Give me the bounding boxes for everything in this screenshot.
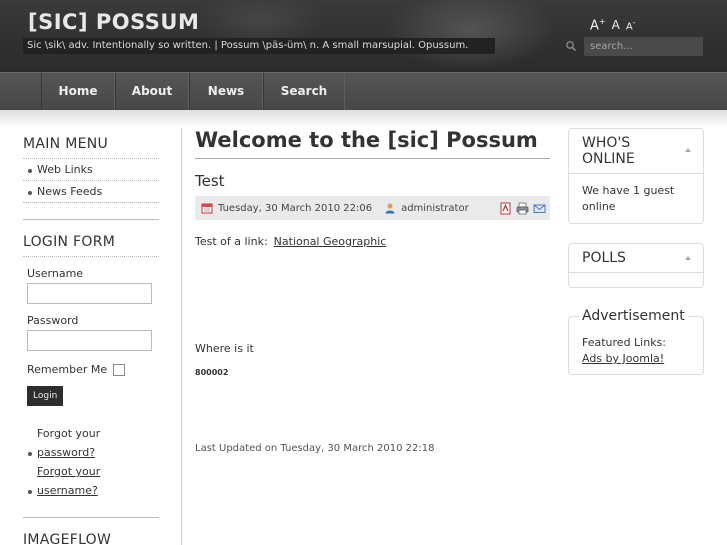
article-author-name: administrator: [401, 202, 469, 214]
polls-module: POLLS: [568, 243, 704, 288]
calendar-icon: [201, 203, 213, 214]
collapse-icon[interactable]: [685, 148, 691, 152]
nav-item-home[interactable]: Home: [41, 73, 115, 110]
polls-title: POLLS: [569, 244, 703, 273]
advertisement-body: Featured Links: Ads by Joomla!: [582, 335, 666, 367]
article-meta-bar: Tuesday, 30 March 2010 22:06 administrat…: [195, 196, 550, 220]
search-icon: [566, 41, 577, 52]
remember-me-checkbox[interactable]: [113, 363, 126, 376]
national-geographic-link[interactable]: National Geographic: [274, 235, 387, 248]
font-decrease-sup: -: [632, 18, 636, 27]
whos-online-title: WHO'S ONLINE: [569, 129, 703, 174]
site-header: [SIC] POSSUM Sic \sik\ adv. Intentionall…: [0, 0, 727, 72]
featured-links-label: Featured Links:: [582, 336, 667, 349]
remember-me-row: Remember Me: [27, 363, 159, 376]
font-increase-sup: +: [598, 17, 606, 26]
font-decrease-label: A: [625, 21, 633, 33]
user-icon: [385, 203, 395, 214]
page-title: Welcome to the [sic] Possum: [195, 128, 550, 159]
font-decrease-button[interactable]: A-: [626, 18, 636, 32]
nav-list: Home About News Search: [41, 73, 345, 110]
font-reset-button[interactable]: A: [612, 18, 620, 32]
forgot-links: Forgot your password? Forgot your userna…: [27, 424, 159, 500]
advertisement-title: Advertisement: [579, 308, 688, 324]
last-updated: Last Updated on Tuesday, 30 March 2010 2…: [195, 443, 435, 454]
nav-item-news[interactable]: News: [189, 73, 263, 110]
menu-item-news-feeds[interactable]: News Feeds: [23, 181, 159, 203]
article-body-prefix: Test of a link:: [195, 235, 268, 248]
article-code: 800002: [195, 368, 229, 377]
ads-by-joomla-link[interactable]: Ads by Joomla!: [582, 352, 664, 365]
whos-online-title-line1: WHO'S: [582, 135, 631, 151]
font-increase-button[interactable]: A+: [590, 17, 606, 33]
menu-item-web-links[interactable]: Web Links: [23, 159, 159, 181]
article-date: Tuesday, 30 March 2010 22:06: [218, 202, 373, 214]
print-icon[interactable]: [516, 202, 529, 215]
forgot-username-item: Forgot your username?: [27, 462, 159, 500]
forgot-password-link[interactable]: password?: [37, 446, 95, 459]
article-title[interactable]: Test: [195, 172, 550, 190]
password-field[interactable]: [27, 330, 152, 351]
username-field[interactable]: [27, 283, 152, 304]
forgot-password-item: Forgot your password?: [27, 424, 159, 462]
column-divider: [181, 128, 182, 545]
main-navigation: Home About News Search: [0, 72, 727, 110]
search-input[interactable]: [584, 37, 703, 56]
forgot-username-prefix-link[interactable]: Forgot your: [37, 462, 159, 481]
advertisement-module: Advertisement Featured Links: Ads by Joo…: [568, 308, 704, 375]
nav-shadow: [0, 110, 727, 128]
main-menu-title: MAIN MENU: [23, 128, 159, 159]
whos-online-title-line2: ONLINE: [582, 151, 635, 167]
login-form-title: LOGIN FORM: [23, 220, 159, 257]
font-size-controls: A+ A A-: [590, 17, 636, 33]
article-author: administrator: [384, 202, 469, 214]
site-tagline: Sic \sik\ adv. Intentionally so written.…: [23, 38, 495, 54]
nav-item-search[interactable]: Search: [263, 73, 345, 110]
site-title[interactable]: [SIC] POSSUM: [28, 10, 199, 34]
remember-me-label: Remember Me: [27, 363, 108, 376]
forgot-password-prefix: Forgot your: [37, 427, 101, 440]
polls-title-text: POLLS: [582, 250, 626, 266]
imageflow-title: IMAGEFLOW: [23, 532, 112, 545]
login-button[interactable]: Login: [27, 386, 64, 406]
article-actions: [499, 202, 546, 215]
article-body: Test of a link: National Geographic: [195, 235, 550, 248]
email-icon[interactable]: [533, 202, 546, 215]
font-increase-label: A: [590, 18, 599, 34]
nav-item-about[interactable]: About: [115, 73, 189, 110]
password-label: Password: [27, 314, 79, 327]
username-label: Username: [27, 267, 84, 280]
left-sidebar: MAIN MENU Web Links News Feeds LOGIN FOR…: [23, 128, 159, 545]
article-text-where: Where is it: [195, 342, 254, 355]
pdf-icon[interactable]: [499, 202, 512, 215]
main-content: Welcome to the [sic] Possum Test Tuesday…: [195, 128, 550, 454]
forgot-username-link[interactable]: username?: [37, 484, 98, 497]
collapse-icon[interactable]: [685, 256, 691, 260]
whos-online-body: We have 1 guest online: [582, 184, 675, 213]
whos-online-module: WHO'S ONLINE We have 1 guest online: [568, 128, 704, 224]
